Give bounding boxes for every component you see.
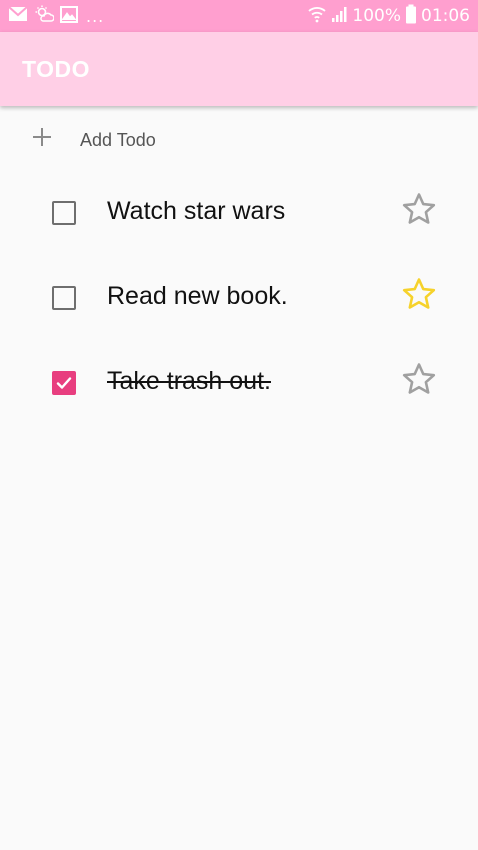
- add-todo-button[interactable]: Add Todo: [0, 118, 478, 162]
- todo-text[interactable]: Read new book.: [107, 282, 288, 311]
- status-overflow: ...: [86, 6, 105, 26]
- status-left: ...: [8, 5, 110, 27]
- star-filled-icon[interactable]: [402, 277, 436, 311]
- status-bar: ... 100% 01:06: [0, 0, 478, 32]
- add-todo-label[interactable]: Add Todo: [80, 130, 156, 151]
- todo-item: Watch star wars: [0, 170, 478, 255]
- todo-checkbox[interactable]: [52, 201, 76, 225]
- weather-icon: [34, 5, 55, 27]
- todo-item: Take trash out.: [0, 340, 478, 425]
- app-bar: TODO: [0, 32, 478, 106]
- status-time: 01:06: [421, 5, 470, 26]
- status-right: 100% 01:06: [304, 4, 470, 28]
- todo-item: Read new book.: [0, 255, 478, 340]
- star-outline-icon[interactable]: [402, 362, 436, 396]
- todo-list: Watch star wars Read new book. Take tras…: [0, 170, 478, 425]
- battery-percent: 100%: [352, 5, 401, 26]
- todo-text[interactable]: Take trash out.: [107, 367, 271, 396]
- battery-icon: [405, 4, 417, 28]
- signal-icon: [330, 5, 348, 27]
- todo-text[interactable]: Watch star wars: [107, 197, 285, 226]
- mail-icon: [8, 6, 28, 26]
- gallery-icon: [60, 5, 78, 27]
- star-outline-icon[interactable]: [402, 192, 436, 226]
- wifi-icon: [308, 5, 326, 27]
- checkmark-icon: [56, 377, 72, 389]
- todo-checkbox[interactable]: [52, 286, 76, 310]
- plus-icon[interactable]: [31, 126, 53, 148]
- app-title: TODO: [22, 55, 91, 82]
- todo-checkbox-checked[interactable]: [52, 371, 76, 395]
